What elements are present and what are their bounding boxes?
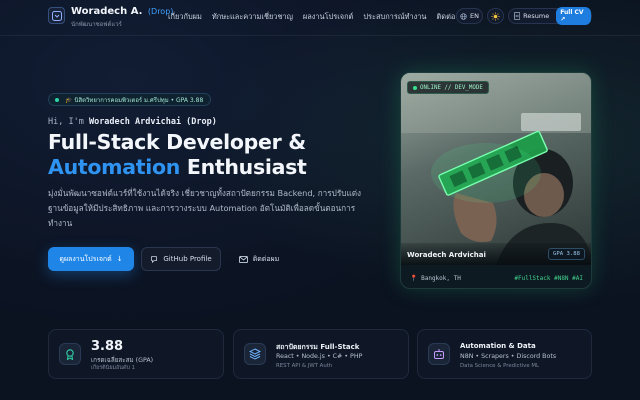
theme-toggle-button[interactable] (487, 8, 504, 24)
nav-link-skills[interactable]: ทักษะและความเชี่ยวชาญ (212, 11, 293, 23)
profile-card: ONLINE // DEV_MODE Woradech Ardvichai GP… (400, 72, 592, 289)
gpa-honors: เกียรตินิยมอันดับ 1 (91, 365, 136, 371)
logo-icon[interactable] (48, 7, 65, 24)
nav-links: เกี่ยวกับผม ทักษะและความเชี่ยวชาญ ผลงานโ… (168, 11, 455, 23)
language-label: EN (470, 12, 479, 20)
hero-description: มุ่งมั่นพัฒนาซอฟต์แวร์ที่ใช้งานได้จริง เ… (48, 188, 362, 228)
greeting-name: Woradech Ardvichai (Drop) (88, 117, 217, 127)
nav-link-contact[interactable]: ติดต่อ (436, 11, 455, 23)
hero-title-line2: Automation Enthusiast (48, 155, 307, 179)
gpa-chip: GPA 3.88 (548, 248, 585, 260)
greeting-text: Hi, I'm Woradech Ardvichai (Drop) (48, 117, 217, 127)
hero-title-accent: Automation (48, 155, 181, 179)
profile-name: Woradech Ardvichai (407, 251, 486, 259)
nav-link-projects[interactable]: ผลงานโปรเจกต์ (303, 11, 353, 23)
external-link-icon: ↗ (560, 16, 566, 23)
sun-icon (491, 11, 500, 21)
automation-detail: Data Science & Predictive ML (460, 363, 540, 369)
status-badge: ONLINE // DEV_MODE (407, 81, 489, 94)
bot-icon (428, 343, 450, 365)
layers-icon (244, 343, 266, 365)
brand-subtitle: นักพัฒนาซอฟต์แวร์ (71, 21, 122, 28)
fullstack-title: สถาปัตยกรรม Full-Stack (276, 343, 360, 351)
stat-card-fullstack: สถาปัตยกรรม Full-Stack React • Node.js •… (233, 329, 409, 379)
nav-link-experience[interactable]: ประสบการณ์ทำงาน (363, 11, 426, 23)
document-icon (514, 12, 521, 20)
profile-photo (401, 73, 591, 265)
language-toggle-button[interactable]: EN (456, 8, 483, 24)
fullstack-tech: React • Node.js • C# • PHP (276, 353, 363, 360)
top-navbar: Woradech A. (Drop) นักพัฒนาซอฟต์แวร์ เกี… (0, 0, 640, 36)
resume-button[interactable]: Resume Full CV ↗ (508, 7, 592, 25)
contact-me-button[interactable]: ติดต่อผม (229, 247, 289, 271)
gpa-value: 3.88 (91, 339, 124, 354)
hero-title-line1: Full-Stack Developer & (48, 130, 306, 154)
fullstack-detail: REST API & JWT Auth (276, 363, 333, 369)
resume-label: Resume (523, 12, 550, 20)
stat-card-automation: Automation & Data N8N • Scrapers • Disco… (417, 329, 592, 379)
stat-card-gpa: 3.88 เกรดเฉลี่ยสะสม (GPA) เกียรตินิยมอัน… (48, 329, 224, 379)
nav-link-about[interactable]: เกี่ยวกับผม (168, 11, 202, 23)
github-profile-button[interactable]: GitHub Profile (141, 247, 221, 271)
automation-title: Automation & Data (460, 342, 536, 350)
automation-tech: N8N • Scrapers • Discord Bots (460, 353, 557, 360)
medal-icon (59, 343, 81, 365)
mail-icon (238, 255, 248, 263)
education-badge: 🎓 นิสิตวิทยาการคอมพิวเตอร์ ม.ศรีปทุม • G… (48, 93, 212, 106)
location-pin-icon: 📍 (410, 275, 418, 282)
brand-name[interactable]: Woradech A. (Drop) (71, 6, 173, 17)
view-projects-button[interactable]: ดูผลงานโปรเจกต์ ↓ (48, 247, 134, 271)
arrow-down-icon: ↓ (116, 255, 123, 263)
globe-icon (460, 12, 467, 20)
github-icon (151, 256, 158, 263)
full-cv-button[interactable]: Full CV ↗ (556, 7, 591, 25)
location: 📍 Bangkok, TH (410, 275, 461, 282)
profile-tags: #FullStack #N8N #AI (514, 275, 583, 282)
